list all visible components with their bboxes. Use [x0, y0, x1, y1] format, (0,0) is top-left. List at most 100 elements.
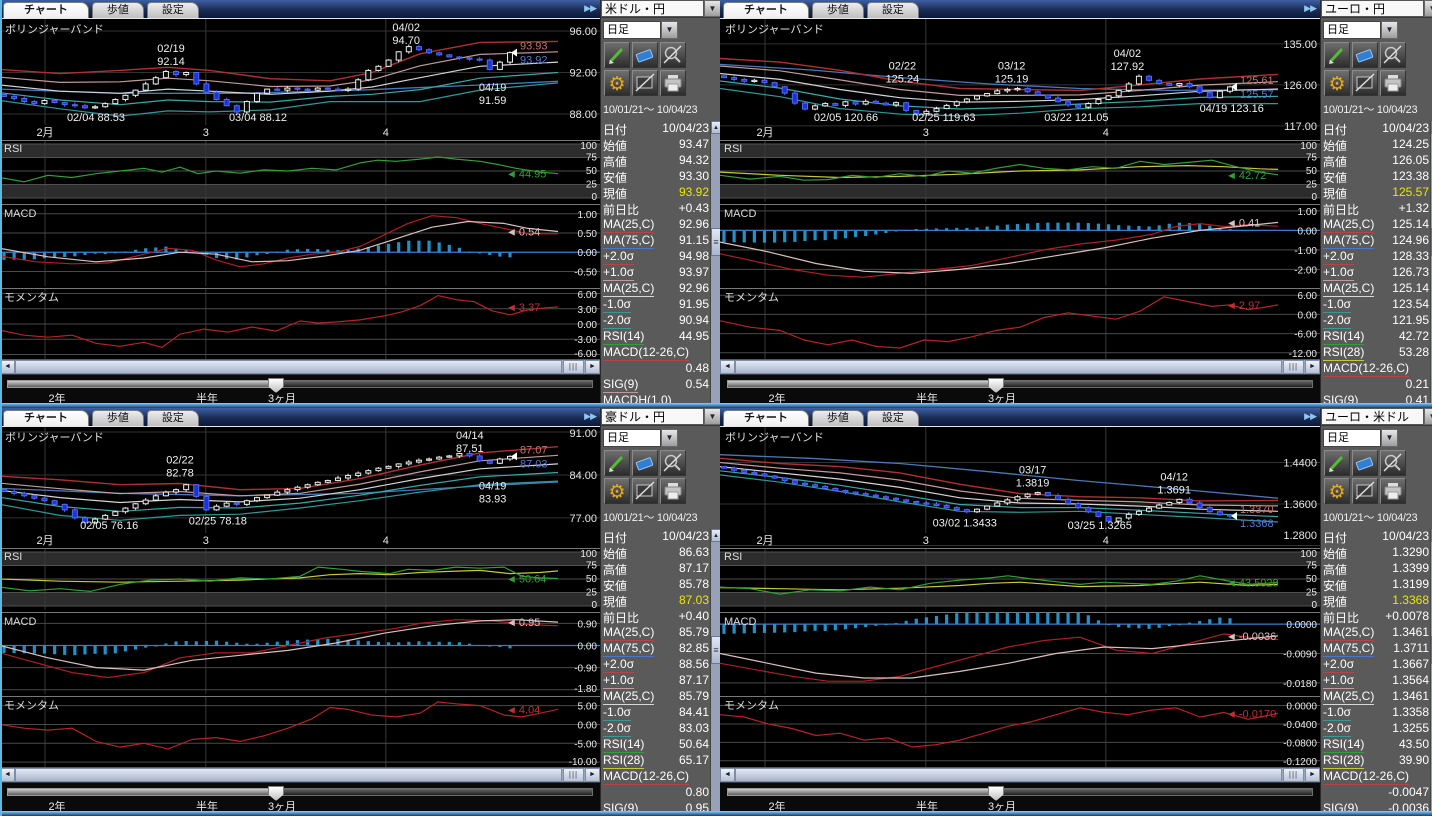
slider-groove-left[interactable] [727, 380, 996, 388]
momentum-section[interactable]: 6.00 3.00 0.00 -3.00 -6.00 モメンタム ◄ 3.37 [0, 288, 600, 359]
scroll-grip[interactable]: ||| [1283, 768, 1304, 782]
eraser-button[interactable] [1352, 42, 1378, 68]
pencil-button[interactable] [1324, 450, 1350, 476]
timeframe-slider[interactable]: 2年 半年 3ヶ月 [0, 782, 600, 813]
info-scroll-up-button[interactable]: ▲ [711, 121, 720, 134]
momentum-section[interactable]: 5.00 0.00 -5.00 -10.00 モメンタム ◄ 4.04 [0, 696, 600, 767]
macd-chart-canvas[interactable]: 1.00 0.50 0.00 -0.50 MACD ◄ 0.54 [0, 205, 600, 286]
timeframe-slider[interactable]: 2年 半年 3ヶ月 [0, 374, 600, 405]
tab-chart[interactable]: チャート [723, 2, 809, 18]
printer-button[interactable] [1380, 478, 1406, 504]
price-chart-canvas[interactable]: 1.4400 1.3600 1.2800 2月 3 4 ボリンジャーバンド 03/17 1.38… [720, 427, 1320, 546]
panel-disabled-button[interactable] [1352, 478, 1378, 504]
period-selector[interactable]: 日足 ▼ [603, 429, 720, 447]
tab-chart[interactable]: チャート [3, 410, 89, 426]
price-chart-section[interactable]: 135.00 126.00 117.00 2月 3 4 ボリンジャーバンド 02/22 125.… [720, 19, 1320, 138]
timeframe-slider[interactable]: 2年 半年 3ヶ月 [720, 782, 1320, 813]
scroll-thumb[interactable] [15, 768, 562, 782]
currency-dropdown-icon[interactable]: ▼ [704, 0, 720, 17]
period-selector[interactable]: 日足 ▼ [1323, 21, 1432, 39]
tab-walk-price[interactable]: 歩値 [811, 410, 864, 426]
gear-button[interactable]: ⚙ [604, 70, 630, 96]
slider-groove-right[interactable] [996, 380, 1313, 388]
scroll-thumb[interactable] [735, 768, 1282, 782]
info-scroll-thumb[interactable]: ≡ [711, 228, 720, 257]
price-chart-canvas[interactable]: 91.00 84.00 77.00 2月 3 4 ボリンジャーバンド 02/22 82.78 04… [0, 427, 600, 546]
period-dropdown-icon[interactable]: ▼ [661, 21, 678, 39]
momentum-chart-canvas[interactable]: 6.00 3.00 0.00 -3.00 -6.00 モメンタム ◄ 3.37 [0, 289, 600, 359]
gear-button[interactable]: ⚙ [604, 478, 630, 504]
fast-forward-icon[interactable]: ▶▶ [1304, 3, 1317, 14]
tab-settings[interactable]: 設定 [866, 2, 919, 18]
fast-forward-icon[interactable]: ▶▶ [584, 3, 597, 14]
timeframe-slider[interactable]: 2年 半年 3ヶ月 [720, 374, 1320, 405]
printer-button[interactable] [660, 70, 686, 96]
tab-settings[interactable]: 設定 [146, 410, 199, 426]
scroll-left-button[interactable]: ◄ [720, 360, 735, 374]
currency-pair-selector[interactable]: 豪ドル・円 ▼ [601, 408, 720, 426]
panel-disabled-button[interactable] [1352, 70, 1378, 96]
momentum-section[interactable]: 6.00 0.00 -6.00 -12.00 モメンタム ◄ 2.97 [720, 288, 1320, 359]
slider-groove-left[interactable] [7, 380, 276, 388]
fast-forward-icon[interactable]: ▶▶ [584, 411, 597, 422]
rsi-chart-canvas[interactable]: 10075 50 250 RSI ◄ 44.95 [0, 141, 600, 202]
rsi-chart-canvas[interactable]: 10075 50 250 RSI ◄ 50.64 [0, 549, 600, 610]
panel-disabled-button[interactable] [632, 70, 658, 96]
price-chart-section[interactable]: 96.00 92.00 88.00 2月 3 4 ボリンジャーバンド 02/19 92.14 04… [0, 19, 600, 138]
pencil-button[interactable] [604, 450, 630, 476]
slider-groove-left[interactable] [7, 788, 276, 796]
macd-section[interactable]: 0.0000 -0.0090 -0.0180 MACD ◄ -0.0036 [720, 612, 1320, 694]
eraser-button[interactable] [1352, 450, 1378, 476]
momentum-chart-canvas[interactable]: 6.00 0.00 -6.00 -12.00 モメンタム ◄ 2.97 [720, 289, 1320, 359]
chart-h-scrollbar[interactable]: ◄ ||| ► [720, 767, 1320, 782]
pencil-button[interactable] [604, 42, 630, 68]
tab-settings[interactable]: 設定 [866, 410, 919, 426]
printer-button[interactable] [660, 478, 686, 504]
fast-forward-icon[interactable]: ▶▶ [1304, 411, 1317, 422]
scroll-left-button[interactable]: ◄ [0, 768, 15, 782]
zoom-disabled-button[interactable] [660, 450, 686, 476]
currency-pair-selector[interactable]: ユーロ・米ドル▼ [1321, 408, 1432, 426]
slider-groove-right[interactable] [276, 380, 593, 388]
rsi-section[interactable]: 100 75 50 25 0 RSI ◄ 50.64 [0, 548, 600, 610]
momentum-chart-canvas[interactable]: 0.0000 -0.0400 -0.0800 -0.1200 モメンタム ◄ -0.0170 [720, 697, 1320, 767]
scroll-grip[interactable]: ||| [563, 360, 584, 374]
currency-pair-selector[interactable]: ユーロ・円▼ [1321, 0, 1432, 18]
period-selector[interactable]: 日足 ▼ [1323, 429, 1432, 447]
period-dropdown-icon[interactable]: ▼ [1381, 429, 1398, 447]
period-dropdown-icon[interactable]: ▼ [1381, 21, 1398, 39]
chart-h-scrollbar[interactable]: ◄ ||| ► [0, 767, 600, 782]
pencil-button[interactable] [1324, 42, 1350, 68]
price-chart-canvas[interactable]: 135.00126.00117.002月 3 4ボリンジャーバンド02/22 125.… [720, 19, 1320, 138]
scroll-right-button[interactable]: ► [585, 768, 600, 782]
zoom-disabled-button[interactable] [1380, 42, 1406, 68]
slider-groove-right[interactable] [276, 788, 593, 796]
tab-chart[interactable]: チャート [3, 2, 89, 18]
scroll-grip[interactable]: ||| [1283, 360, 1304, 374]
info-v-scrollbar[interactable]: ▲≡ [710, 121, 720, 403]
period-selector[interactable]: 日足 ▼ [603, 21, 720, 39]
scroll-left-button[interactable]: ◄ [0, 360, 15, 374]
momentum-chart-canvas[interactable]: 5.00 0.00 -5.00 -10.00 モメンタム ◄ 4.04 [0, 697, 600, 767]
zoom-disabled-button[interactable] [1380, 450, 1406, 476]
eraser-button[interactable] [632, 42, 658, 68]
macd-section[interactable]: 1.00 0.00 -1.00 -2.00 MACD ◄ 0.41 [720, 204, 1320, 286]
scroll-grip[interactable]: ||| [563, 768, 584, 782]
scroll-right-button[interactable]: ► [1305, 360, 1320, 374]
tab-walk-price[interactable]: 歩値 [811, 2, 864, 18]
printer-button[interactable] [1380, 70, 1406, 96]
macd-section[interactable]: 1.00 0.50 0.00 -0.50 MACD ◄ 0.54 [0, 204, 600, 286]
rsi-section[interactable]: 100 75 50 25 0 RSI ◄ 43.5028 [720, 548, 1320, 610]
slider-groove-right[interactable] [996, 788, 1313, 796]
currency-dropdown-icon[interactable]: ▼ [1424, 408, 1432, 425]
macd-chart-canvas[interactable]: 0.0000 -0.0090 -0.0180 MACD ◄ -0.0036 [720, 613, 1320, 694]
slider-groove-left[interactable] [727, 788, 996, 796]
price-chart-section[interactable]: 1.4400 1.3600 1.2800 2月 3 4 ボリンジャーバンド 03/17 1.38… [720, 427, 1320, 546]
macd-section[interactable]: 0.90 0.00 -0.90 -1.80 MACD ◄ 0.95 [0, 612, 600, 694]
period-dropdown-icon[interactable]: ▼ [661, 429, 678, 447]
info-scroll-up-button[interactable]: ▲ [711, 529, 720, 542]
momentum-section[interactable]: 0.0000 -0.0400 -0.0800 -0.1200 モメンタム ◄ -0.0170 [720, 696, 1320, 767]
scroll-left-button[interactable]: ◄ [720, 768, 735, 782]
currency-pair-selector[interactable]: 米ドル・円 ▼ [601, 0, 720, 18]
price-chart-section[interactable]: 91.00 84.00 77.00 2月 3 4 ボリンジャーバンド 02/22 82.78 04… [0, 427, 600, 546]
